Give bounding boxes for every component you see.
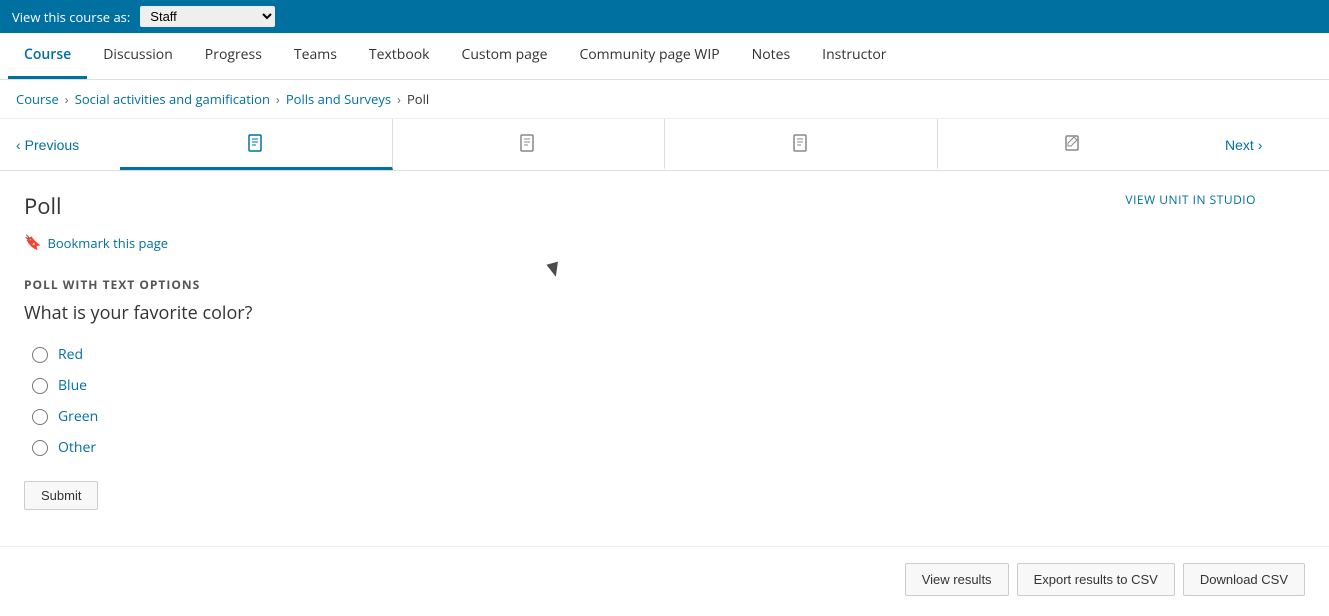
prev-chevron-icon: ‹: [16, 137, 21, 153]
breadcrumb-sep-3: ›: [397, 90, 401, 108]
view-studio-link[interactable]: VIEW UNIT IN STUDIO: [1125, 191, 1256, 208]
next-button[interactable]: Next ›: [1209, 119, 1329, 170]
next-label: Next: [1225, 137, 1254, 153]
tab-community-page[interactable]: Community page WIP: [563, 33, 735, 79]
label-other[interactable]: Other: [58, 438, 96, 457]
bookmark-row[interactable]: 🔖 Bookmark this page: [24, 233, 1256, 252]
prev-label: Previous: [25, 137, 79, 153]
unit-tab-4[interactable]: [938, 119, 1210, 170]
unit-tabs: [120, 119, 1209, 170]
unit-tab-1[interactable]: [120, 119, 393, 170]
tab-instructor[interactable]: Instructor: [806, 33, 902, 79]
book-icon-1: [247, 134, 265, 152]
page-header: Poll VIEW UNIT IN STUDIO: [24, 191, 1256, 221]
label-red[interactable]: Red: [58, 345, 83, 364]
main-content: Poll VIEW UNIT IN STUDIO 🔖 Bookmark this…: [0, 171, 1280, 530]
tab-progress[interactable]: Progress: [189, 33, 278, 79]
poll-option-blue[interactable]: Blue: [32, 376, 1256, 395]
label-blue[interactable]: Blue: [58, 376, 87, 395]
submit-button[interactable]: Submit: [24, 481, 98, 510]
breadcrumb-social[interactable]: Social activities and gamification: [75, 90, 270, 108]
poll-section-label: POLL WITH TEXT OPTIONS: [24, 276, 1256, 293]
download-csv-button[interactable]: Download CSV: [1183, 563, 1305, 596]
bottom-actions: View results Export results to CSV Downl…: [0, 546, 1329, 612]
label-green[interactable]: Green: [58, 407, 98, 426]
tab-custom-page[interactable]: Custom page: [446, 33, 564, 79]
poll-option-red[interactable]: Red: [32, 345, 1256, 364]
radio-red[interactable]: [32, 347, 48, 363]
tab-discussion[interactable]: Discussion: [87, 33, 189, 79]
bookmark-label: Bookmark this page: [47, 234, 168, 252]
breadcrumb-polls[interactable]: Polls and Surveys: [286, 90, 391, 108]
book-icon-2: [519, 134, 537, 152]
bookmark-icon: 🔖: [24, 233, 41, 252]
view-results-button[interactable]: View results: [905, 563, 1009, 596]
unit-nav: ‹ Previous Next ›: [0, 119, 1329, 171]
breadcrumb-current: Poll: [407, 90, 429, 108]
poll-option-green[interactable]: Green: [32, 407, 1256, 426]
export-csv-button[interactable]: Export results to CSV: [1017, 563, 1175, 596]
tab-textbook[interactable]: Textbook: [353, 33, 446, 79]
tab-notes[interactable]: Notes: [736, 33, 807, 79]
tab-teams[interactable]: Teams: [278, 33, 353, 79]
unit-tab-2[interactable]: [393, 119, 666, 170]
radio-blue[interactable]: [32, 378, 48, 394]
tab-course[interactable]: Course: [8, 33, 87, 79]
breadcrumb-course[interactable]: Course: [16, 90, 59, 108]
edit-icon: [1064, 134, 1082, 152]
book-icon-3: [792, 134, 810, 152]
next-chevron-icon: ›: [1258, 137, 1263, 153]
page-title: Poll: [24, 191, 62, 221]
unit-tab-3[interactable]: [665, 119, 938, 170]
breadcrumb-sep-2: ›: [276, 90, 280, 108]
prev-button[interactable]: ‹ Previous: [0, 119, 120, 170]
poll-options: Red Blue Green Other: [32, 345, 1256, 457]
radio-other[interactable]: [32, 440, 48, 456]
poll-question: What is your favorite color?: [24, 301, 1256, 325]
radio-green[interactable]: [32, 409, 48, 425]
top-bar: View this course as: Staff Student Speci…: [0, 0, 1329, 33]
main-nav: Course Discussion Progress Teams Textboo…: [0, 33, 1329, 80]
view-course-label: View this course as:: [12, 8, 130, 26]
breadcrumb: Course › Social activities and gamificat…: [0, 80, 1329, 119]
view-as-select[interactable]: Staff Student Specific student...: [140, 6, 275, 27]
breadcrumb-sep-1: ›: [65, 90, 69, 108]
poll-option-other[interactable]: Other: [32, 438, 1256, 457]
